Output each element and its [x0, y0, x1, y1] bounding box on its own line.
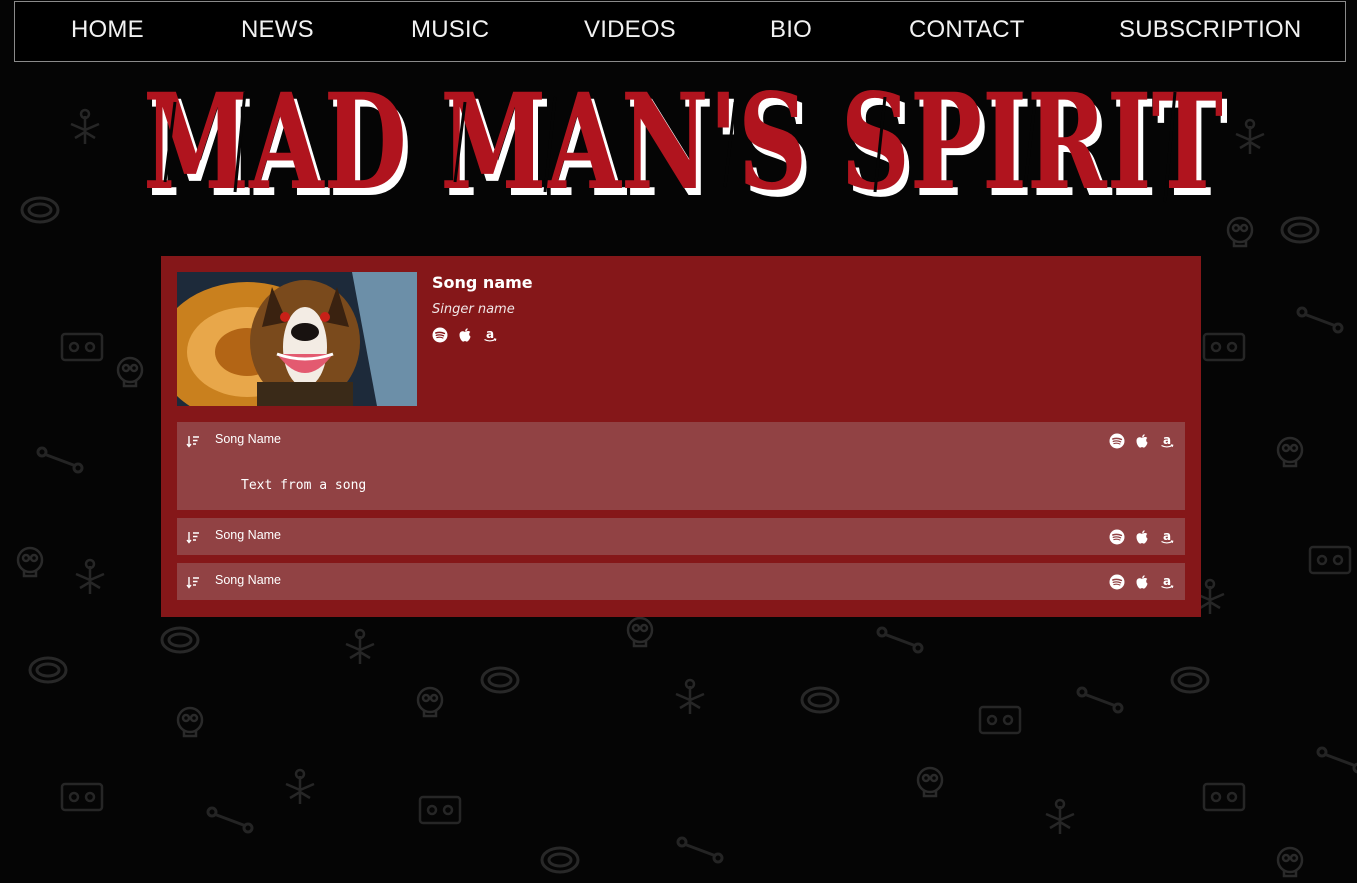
spotify-icon[interactable]: [1109, 529, 1125, 545]
sort-desc-icon[interactable]: [186, 530, 200, 544]
svg-text:MAD MAN'S SPIRIT: MAD MAN'S SPIRIT: [143, 65, 1223, 220]
nav-home[interactable]: HOME: [71, 16, 144, 44]
nav-music[interactable]: MUSIC: [411, 16, 489, 44]
main-streaming-links: a: [432, 327, 498, 343]
track-streaming-links: a: [1109, 433, 1175, 449]
sort-desc-icon[interactable]: [186, 575, 200, 589]
music-player: Song name Singer name a Song Name a Text…: [161, 256, 1201, 617]
track-row-3[interactable]: Song Name a: [177, 563, 1185, 600]
track-streaming-links: a: [1109, 574, 1175, 590]
track-row-1[interactable]: Song Name a Text from a song: [177, 422, 1185, 510]
singer-name: Singer name: [432, 302, 515, 317]
track-name[interactable]: Song Name: [215, 573, 281, 587]
svg-text:a: a: [1163, 574, 1171, 588]
album-cover: [177, 272, 417, 406]
track-row-2[interactable]: Song Name a: [177, 518, 1185, 555]
band-logo: MAD MAN'S SPIRIT MAD MAN'S SPIRIT: [143, 65, 1228, 222]
spotify-icon[interactable]: [1109, 574, 1125, 590]
amazon-music-icon[interactable]: a: [482, 327, 498, 343]
track-name[interactable]: Song Name: [215, 528, 281, 542]
apple-music-icon[interactable]: [457, 327, 473, 343]
svg-text:a: a: [1163, 529, 1171, 543]
amazon-music-icon[interactable]: a: [1159, 574, 1175, 590]
nav-videos[interactable]: VIDEOS: [584, 16, 676, 44]
track-streaming-links: a: [1109, 529, 1175, 545]
amazon-music-icon[interactable]: a: [1159, 529, 1175, 545]
nav-subscription[interactable]: SUBSCRIPTION: [1119, 16, 1301, 44]
spotify-icon[interactable]: [432, 327, 448, 343]
nav-news[interactable]: NEWS: [241, 16, 314, 44]
apple-music-icon[interactable]: [1134, 433, 1150, 449]
spotify-icon[interactable]: [1109, 433, 1125, 449]
main-navigation: HOME NEWS MUSIC VIDEOS BIO CONTACT SUBSC…: [14, 1, 1346, 62]
song-title: Song name: [432, 273, 533, 292]
apple-music-icon[interactable]: [1134, 574, 1150, 590]
apple-music-icon[interactable]: [1134, 529, 1150, 545]
nav-contact[interactable]: CONTACT: [909, 16, 1025, 44]
nav-bio[interactable]: BIO: [770, 16, 812, 44]
track-lyrics: Text from a song: [241, 478, 367, 493]
sort-desc-icon[interactable]: [186, 434, 200, 448]
svg-text:a: a: [486, 327, 494, 341]
amazon-music-icon[interactable]: a: [1159, 433, 1175, 449]
track-name[interactable]: Song Name: [215, 432, 281, 446]
dog-artwork-image: [177, 272, 417, 406]
svg-text:a: a: [1163, 433, 1171, 447]
